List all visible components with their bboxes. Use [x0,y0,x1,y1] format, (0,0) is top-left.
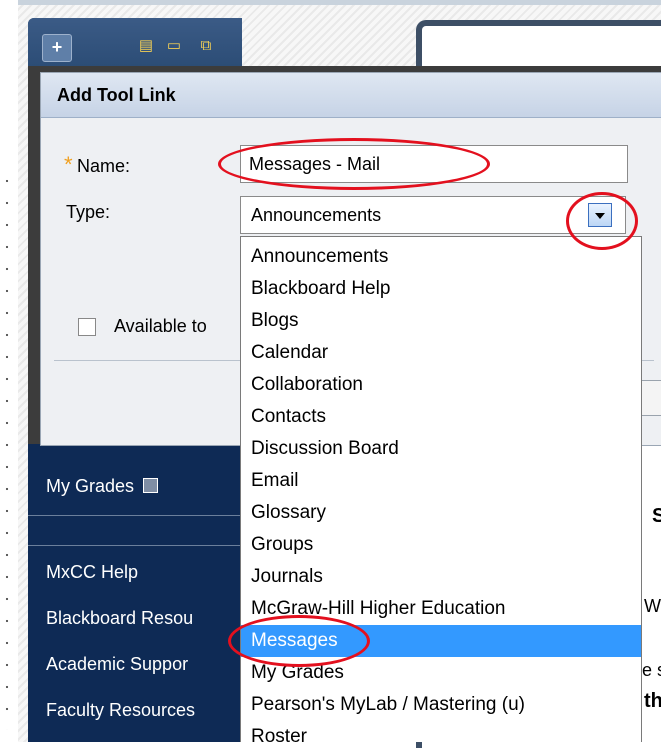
dropdown-option[interactable]: Collaboration [241,369,641,401]
dropdown-option[interactable]: Journals [241,561,641,593]
dotted-edge [0,170,14,730]
menu-item-my-grades[interactable]: My Grades [46,476,159,497]
dropdown-option[interactable]: Roster [241,721,641,742]
content-text: e s [642,660,661,680]
grade-icon [143,478,159,493]
dropdown-option[interactable]: Blackboard Help [241,273,641,305]
menu-divider [28,515,242,516]
menu-item-faculty-resources[interactable]: Faculty Resources [46,700,195,721]
name-label-row: * Name: [64,152,130,178]
name-label: Name: [77,156,131,176]
dialog-title: Add Tool Link [57,85,176,105]
dropdown-option[interactable]: Calendar [241,337,641,369]
menu-item-mxcc-help[interactable]: MxCC Help [46,562,138,583]
window-icon[interactable]: ⧉ [196,36,216,56]
list-icon[interactable]: ▤ [136,36,156,56]
dialog-titlebar: Add Tool Link [41,73,661,118]
top-border [18,0,661,5]
content-text: W [644,596,661,616]
dropdown-option[interactable]: Glossary [241,497,641,529]
menu-item-academic-support[interactable]: Academic Suppor [46,654,188,675]
menu-item-blackboard-resources[interactable]: Blackboard Resou [46,608,193,629]
available-checkbox[interactable] [78,318,96,336]
annotation-circle-messages [228,615,370,667]
type-label: Type: [66,202,111,222]
menu-divider [28,545,242,546]
annotation-circle-dropdown [566,192,638,250]
annotation-circle-name [218,138,490,190]
folder-icon[interactable]: ▭ [164,36,184,56]
dropdown-option[interactable]: Pearson's MyLab / Mastering (u) [241,689,641,721]
dropdown-option[interactable]: Contacts [241,401,641,433]
available-label: Available to [114,316,207,336]
content-text: th [644,690,661,712]
menu-item-label: My Grades [46,476,135,496]
plus-icon[interactable]: + [42,34,72,62]
dropdown-option[interactable]: Email [241,465,641,497]
content-heading: S [652,505,661,527]
dropdown-option[interactable]: Groups [241,529,641,561]
dropdown-option[interactable]: Blogs [241,305,641,337]
required-star-icon: * [64,152,73,177]
dropdown-option[interactable]: Discussion Board [241,433,641,465]
dropdown-option[interactable]: Announcements [241,241,641,273]
